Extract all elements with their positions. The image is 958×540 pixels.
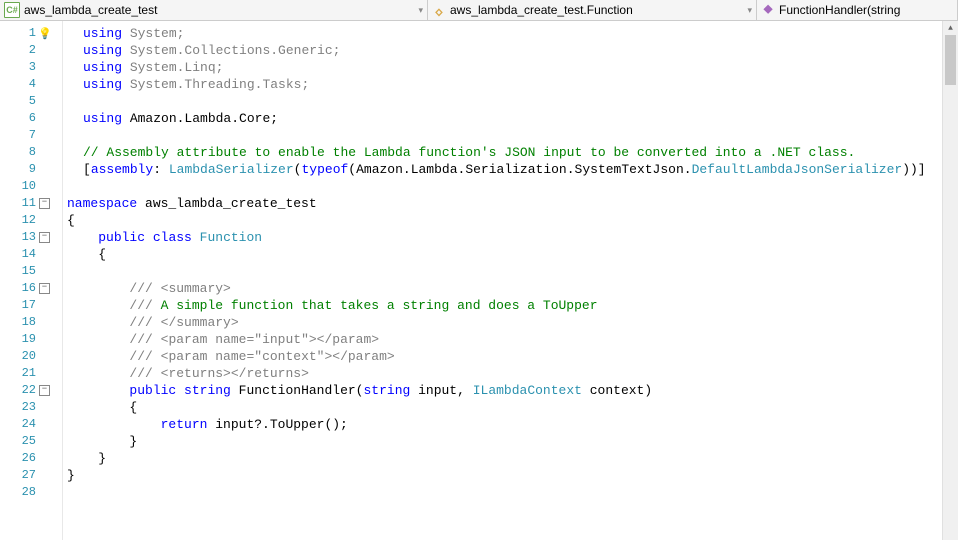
line-number-gutter: 1💡 2 3 4 5 6 7 8 9 10 11− 12 13− 14 15 1… [0, 21, 63, 540]
code-line[interactable]: using System.Linq; [67, 59, 958, 76]
scroll-corner [943, 526, 958, 540]
code-line[interactable]: using Amazon.Lambda.Core; [67, 110, 958, 127]
line-number: 3 [0, 59, 62, 76]
line-number: 25 [0, 433, 62, 450]
code-line[interactable]: /// <returns></returns> [67, 365, 958, 382]
code-line[interactable]: namespace aws_lambda_create_test [67, 195, 958, 212]
line-number: 5 [0, 93, 62, 110]
line-number: 17 [0, 297, 62, 314]
code-line[interactable]: public string FunctionHandler(string inp… [67, 382, 958, 399]
code-line[interactable]: /// <param name="context"></param> [67, 348, 958, 365]
code-line[interactable]: { [67, 212, 958, 229]
line-number: 21 [0, 365, 62, 382]
code-line[interactable]: using System.Threading.Tasks; [67, 76, 958, 93]
fold-toggle[interactable]: − [39, 232, 50, 243]
code-line[interactable]: { [67, 399, 958, 416]
code-line[interactable]: using System.Collections.Generic; [67, 42, 958, 59]
code-line[interactable]: } [67, 467, 958, 484]
line-number: 7 [0, 127, 62, 144]
crumb-project[interactable]: C# aws_lambda_create_test ▾ [0, 0, 428, 20]
line-number: 16− [0, 280, 62, 297]
line-number: 14 [0, 246, 62, 263]
line-number: 2 [0, 42, 62, 59]
code-line[interactable] [67, 127, 958, 144]
line-number: 28 [0, 484, 62, 501]
fold-toggle[interactable]: − [39, 385, 50, 396]
code-line[interactable]: /// A simple function that takes a strin… [67, 297, 958, 314]
line-number: 26 [0, 450, 62, 467]
line-number: 1💡 [0, 25, 62, 42]
crumb-class-label: aws_lambda_create_test.Function [450, 3, 633, 17]
line-number: 15 [0, 263, 62, 280]
line-number: 19 [0, 331, 62, 348]
line-number: 12 [0, 212, 62, 229]
scroll-thumb[interactable] [945, 35, 956, 85]
code-line[interactable]: /// </summary> [67, 314, 958, 331]
line-number: 18 [0, 314, 62, 331]
code-line[interactable] [67, 93, 958, 110]
vertical-scrollbar[interactable]: ▲ ▼ [942, 21, 958, 540]
line-number: 23 [0, 399, 62, 416]
csharp-file-icon: C# [4, 2, 20, 18]
line-number: 8 [0, 144, 62, 161]
code-line[interactable]: /// <summary> [67, 280, 958, 297]
line-number: 11− [0, 195, 62, 212]
code-line[interactable] [67, 178, 958, 195]
code-area[interactable]: using System; using System.Collections.G… [63, 21, 958, 540]
class-icon: 🝔 [432, 3, 446, 17]
line-number: 4 [0, 76, 62, 93]
method-icon: ⯁ [761, 3, 775, 17]
code-editor[interactable]: 1💡 2 3 4 5 6 7 8 9 10 11− 12 13− 14 15 1… [0, 21, 958, 540]
code-line[interactable]: /// <param name="input"></param> [67, 331, 958, 348]
fold-toggle[interactable]: − [39, 198, 50, 209]
line-number: 22− [0, 382, 62, 399]
line-number: 6 [0, 110, 62, 127]
code-line[interactable]: // Assembly attribute to enable the Lamb… [67, 144, 958, 161]
code-line[interactable] [67, 484, 958, 501]
code-line[interactable]: using System; [67, 25, 958, 42]
chevron-down-icon[interactable]: ▾ [747, 5, 752, 16]
code-line[interactable]: { [67, 246, 958, 263]
code-line[interactable] [67, 263, 958, 280]
crumb-class[interactable]: 🝔 aws_lambda_create_test.Function ▾ [428, 0, 757, 20]
fold-toggle[interactable]: − [39, 283, 50, 294]
line-number: 9 [0, 161, 62, 178]
code-line[interactable]: } [67, 450, 958, 467]
crumb-project-label: aws_lambda_create_test [24, 3, 157, 17]
scroll-up-icon[interactable]: ▲ [943, 21, 958, 35]
chevron-down-icon[interactable]: ▾ [418, 5, 423, 16]
line-number: 10 [0, 178, 62, 195]
line-number: 13− [0, 229, 62, 246]
line-number: 20 [0, 348, 62, 365]
line-number: 24 [0, 416, 62, 433]
crumb-method[interactable]: ⯁ FunctionHandler(string [757, 0, 958, 20]
line-number: 27 [0, 467, 62, 484]
code-line[interactable]: } [67, 433, 958, 450]
code-line[interactable]: public class Function [67, 229, 958, 246]
code-line[interactable]: return input?.ToUpper(); [67, 416, 958, 433]
crumb-method-label: FunctionHandler(string [779, 3, 900, 17]
breadcrumb-bar: C# aws_lambda_create_test ▾ 🝔 aws_lambda… [0, 0, 958, 21]
code-line[interactable]: [assembly: LambdaSerializer(typeof(Amazo… [67, 161, 958, 178]
